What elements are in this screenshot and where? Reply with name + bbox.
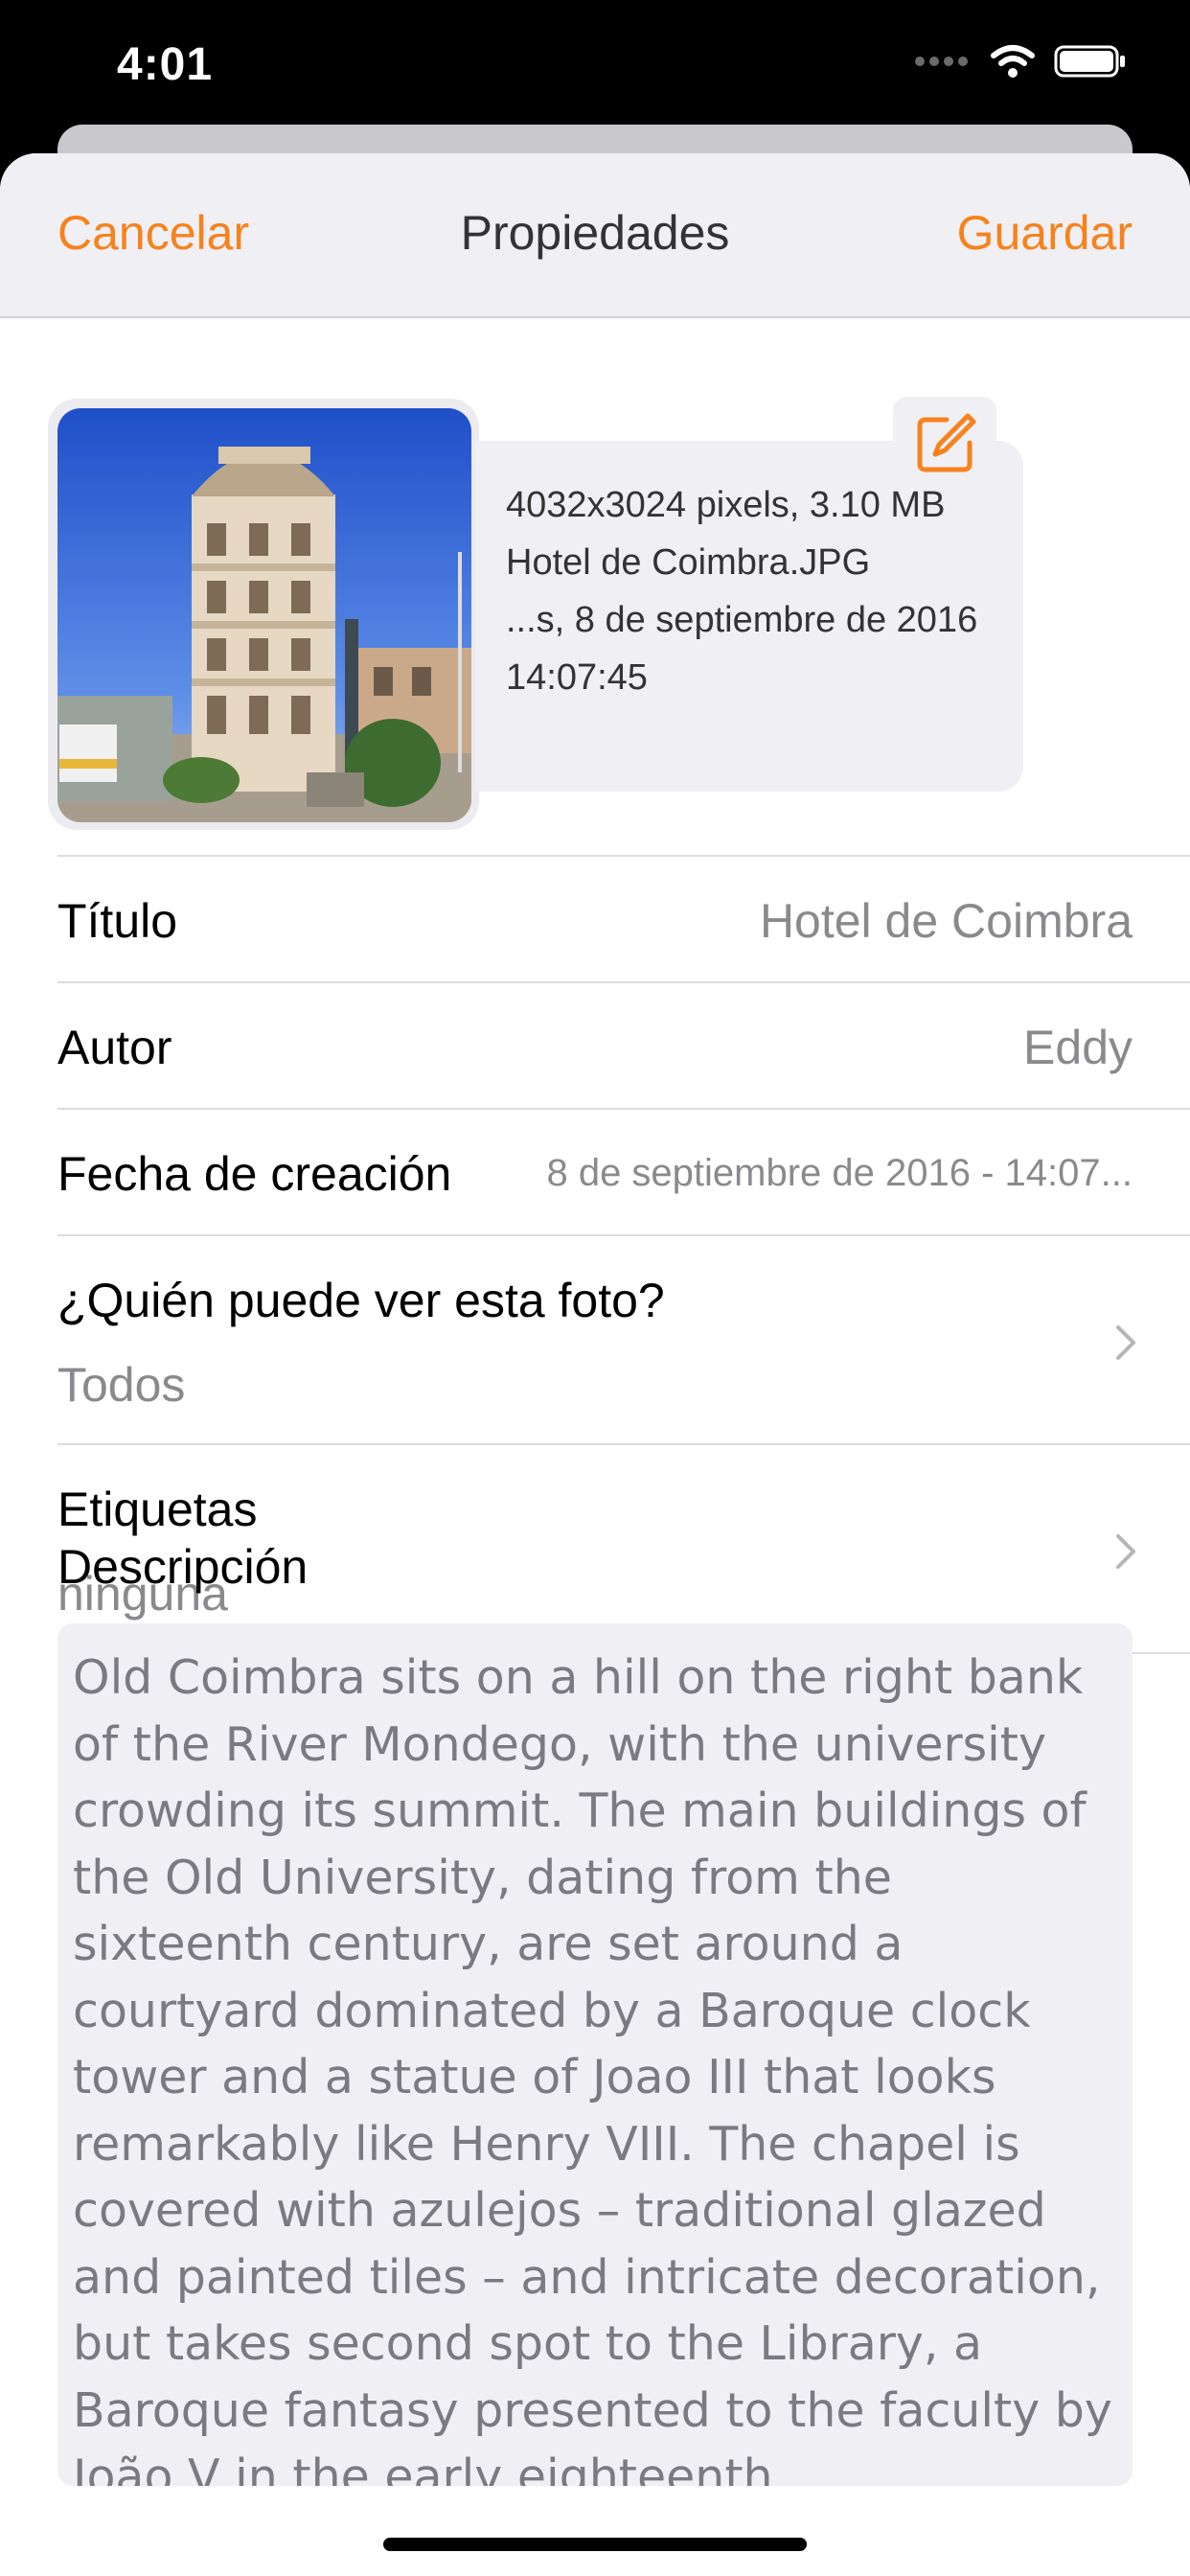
battery-icon — [1054, 45, 1125, 78]
description-textarea[interactable]: Old Coimbra sits on a hill on the right … — [57, 1623, 1133, 2486]
visibility-value: Todos — [57, 1358, 186, 1412]
author-row[interactable]: Autor Eddy — [57, 981, 1190, 1108]
chevron-right-icon — [1116, 1534, 1135, 1569]
description-text: Old Coimbra sits on a hill on the right … — [73, 1650, 1112, 2486]
description-label: Descripción — [57, 1540, 309, 1594]
photo-thumbnail[interactable] — [57, 408, 471, 822]
photo-filename: Hotel de Coimbra.JPG — [506, 542, 871, 583]
tags-label: Etiquetas — [57, 1483, 258, 1536]
photo-time: 14:07:45 — [506, 657, 648, 698]
signal-icon — [915, 57, 968, 66]
save-button[interactable]: Guardar — [957, 205, 1133, 261]
wifi-icon — [991, 45, 1035, 78]
creation-date-row[interactable]: Fecha de creación 8 de septiembre de 201… — [57, 1108, 1190, 1234]
photo-dimensions: 4032x3024 pixels, 3.10 MB — [506, 485, 946, 525]
creation-date-label: Fecha de creación — [57, 1147, 452, 1201]
title-row[interactable]: Título Hotel de Coimbra — [57, 855, 1190, 981]
photo-date: ...s, 8 de septiembre de 2016 — [506, 600, 978, 640]
navigation-bar: Cancelar Propiedades Guardar — [0, 153, 1190, 318]
photo-info-card: 4032x3024 pixels, 3.10 MB Hotel de Coimb… — [475, 441, 1023, 792]
photo-image — [57, 408, 471, 822]
visibility-label: ¿Quién puede ver esta foto? — [57, 1274, 665, 1327]
home-indicator — [383, 2538, 807, 2551]
chevron-right-icon — [1116, 1325, 1135, 1360]
title-value[interactable]: Hotel de Coimbra — [760, 893, 1133, 949]
author-value[interactable]: Eddy — [1023, 1020, 1133, 1075]
status-icons — [914, 44, 1127, 79]
status-time: 4:01 — [117, 39, 214, 90]
status-bar: 4:01 — [0, 0, 1190, 125]
author-label: Autor — [57, 1021, 172, 1074]
creation-date-value[interactable]: 8 de septiembre de 2016 - 14:07... — [546, 1152, 1133, 1195]
title-label: Título — [57, 894, 178, 948]
edit-icon[interactable] — [914, 410, 979, 475]
visibility-row[interactable]: ¿Quién puede ver esta foto? Todos — [57, 1234, 1190, 1443]
